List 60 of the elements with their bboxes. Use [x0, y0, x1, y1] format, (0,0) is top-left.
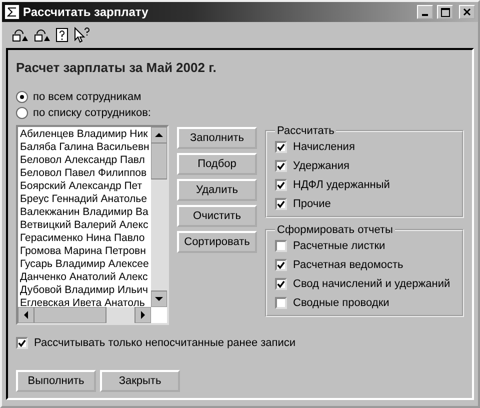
close-icon [463, 8, 471, 16]
list-button[interactable]: Заполнить [177, 127, 257, 149]
dialog-button[interactable]: Закрыть [100, 370, 180, 392]
list-button[interactable]: Сортировать [177, 231, 257, 253]
list-button[interactable]: Очистить [177, 205, 257, 227]
list-item[interactable]: Абиленцев Владимир Ник [20, 128, 149, 141]
checkbox[interactable] [275, 297, 287, 309]
list-item[interactable]: Баляба Галина Васильевн [20, 141, 149, 154]
list-item[interactable]: Громова Марина Петровн [20, 245, 149, 258]
list-button[interactable]: Подбор [177, 153, 257, 175]
radio-button[interactable] [16, 107, 28, 119]
checkbox-label[interactable]: Расчетные листки [293, 240, 386, 252]
list-item[interactable]: Ветвицкий Валерий Алекс [20, 219, 149, 232]
checkbox-label[interactable]: Рассчитывать только непосчитанные ранее записи [34, 337, 296, 349]
maximize-icon [440, 8, 450, 16]
list-item[interactable]: Валекжанин Владимир Ва [20, 206, 149, 219]
list-item[interactable]: Беловол Александр Павл [20, 154, 149, 167]
checkbox-label[interactable]: НДФЛ удержанный [293, 179, 390, 191]
checkbox[interactable] [275, 141, 287, 153]
vertical-scrollbar[interactable] [151, 127, 167, 307]
window-title: Рассчитать зарплату [23, 5, 150, 19]
list-item[interactable]: Бреус Геннадий Анатолье [20, 193, 149, 206]
checkbox-label[interactable]: Начисления [293, 141, 355, 153]
horizontal-scrollbar[interactable] [18, 307, 151, 323]
radio-label[interactable]: по всем сотрудникам [33, 91, 142, 103]
checkbox[interactable] [275, 259, 287, 271]
list-item[interactable]: Беловол Павел Филиппов [20, 167, 149, 180]
checkbox[interactable] [16, 337, 28, 349]
checkbox-label[interactable]: Прочие [293, 198, 331, 210]
help-icon[interactable] [56, 28, 68, 42]
radio-label[interactable]: по списку сотрудников: [33, 107, 151, 119]
checkbox-label[interactable]: Сводные проводки [293, 297, 390, 309]
checkbox[interactable] [275, 179, 287, 191]
minimize-button[interactable] [417, 5, 433, 19]
list-item[interactable]: Герасименко Нина Павло [20, 232, 149, 245]
sigma-icon [5, 5, 19, 19]
checkbox[interactable] [275, 198, 287, 210]
radio-button[interactable] [16, 91, 28, 103]
checkbox[interactable] [275, 160, 287, 172]
close-button[interactable] [459, 5, 475, 19]
pointer-help-icon[interactable] [74, 27, 90, 43]
maximize-button[interactable] [437, 5, 453, 19]
redo-icon[interactable] [34, 28, 50, 42]
list-item[interactable]: Данченко Анатолий Алекс [20, 271, 149, 284]
list-button[interactable]: Удалить [177, 179, 257, 201]
checkbox[interactable] [275, 240, 287, 252]
dialog-button[interactable]: Выполнить [16, 370, 96, 392]
list-item[interactable]: Боярский Александр Пет [20, 180, 149, 193]
employee-list[interactable] [16, 125, 169, 325]
list-item[interactable]: Дубовой Владимир Ильич [20, 284, 149, 297]
checkbox[interactable] [275, 278, 287, 290]
list-item[interactable]: Гусарь Владимир Алексее [20, 258, 149, 271]
checkbox-label[interactable]: Свод начислений и удержаний [293, 278, 450, 290]
heading: Расчет зарплаты за Май 2002 г. [16, 60, 218, 75]
group-title: Сформировать отчеты [276, 224, 394, 236]
checkbox-label[interactable]: Расчетная ведомость [293, 259, 404, 271]
undo-icon[interactable] [12, 28, 28, 42]
group-title: Рассчитать [276, 125, 336, 137]
list-item[interactable]: Еглевская Ивета Анатоль [20, 297, 149, 307]
checkbox-label[interactable]: Удержания [293, 160, 350, 172]
